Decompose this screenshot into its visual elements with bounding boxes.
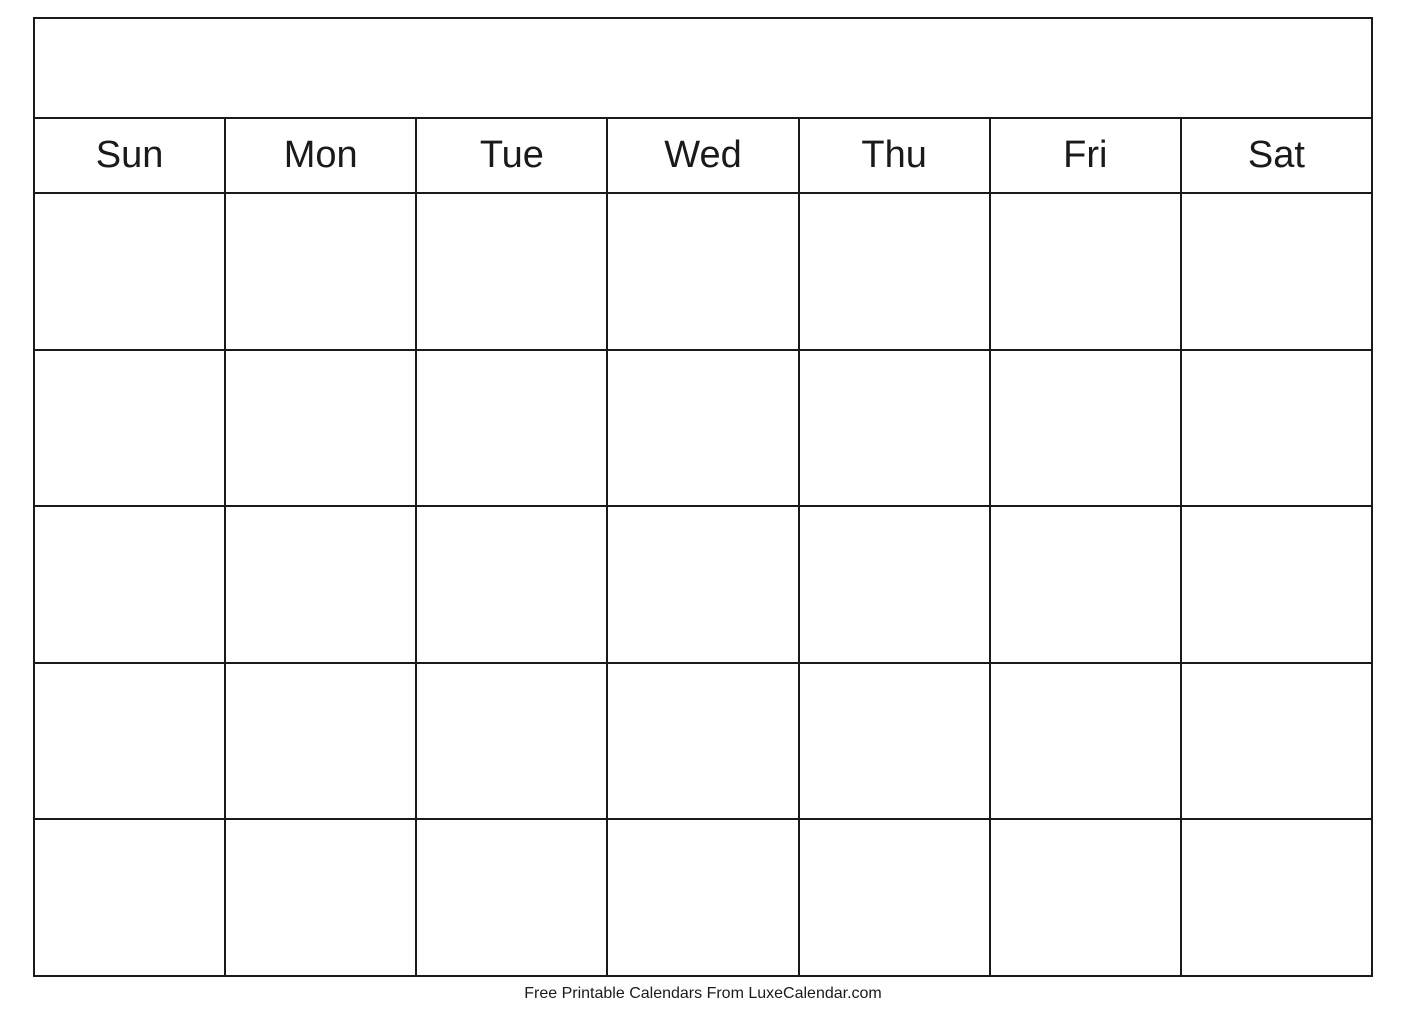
week3-mon [226, 507, 417, 662]
header-thu: Thu [800, 119, 991, 192]
week4-tue [417, 664, 608, 819]
week2-sun [35, 351, 226, 506]
week4-sun [35, 664, 226, 819]
week5-sun [35, 820, 226, 975]
week2-tue [417, 351, 608, 506]
week3-fri [991, 507, 1182, 662]
week2-fri [991, 351, 1182, 506]
week2-sat [1182, 351, 1371, 506]
week1-wed [608, 194, 799, 349]
header-fri: Fri [991, 119, 1182, 192]
week1-tue [417, 194, 608, 349]
calendar-week-5 [35, 820, 1371, 975]
week5-sat [1182, 820, 1371, 975]
week5-wed [608, 820, 799, 975]
week3-sun [35, 507, 226, 662]
week1-sun [35, 194, 226, 349]
header-mon: Mon [226, 119, 417, 192]
calendar-week-2 [35, 351, 1371, 508]
header-sat: Sat [1182, 119, 1371, 192]
week1-thu [800, 194, 991, 349]
week3-thu [800, 507, 991, 662]
calendar-week-4 [35, 664, 1371, 821]
week2-mon [226, 351, 417, 506]
week5-mon [226, 820, 417, 975]
week1-mon [226, 194, 417, 349]
calendar-title-row [35, 19, 1371, 119]
week4-wed [608, 664, 799, 819]
week3-sat [1182, 507, 1371, 662]
week4-sat [1182, 664, 1371, 819]
week4-thu [800, 664, 991, 819]
header-sun: Sun [35, 119, 226, 192]
week2-wed [608, 351, 799, 506]
week1-sat [1182, 194, 1371, 349]
week1-fri [991, 194, 1182, 349]
week4-mon [226, 664, 417, 819]
week5-tue [417, 820, 608, 975]
week5-fri [991, 820, 1182, 975]
calendar-body [35, 194, 1371, 975]
calendar-header-row: Sun Mon Tue Wed Thu Fri Sat [35, 119, 1371, 194]
week5-thu [800, 820, 991, 975]
footer-text: Free Printable Calendars From LuxeCalend… [524, 985, 882, 1003]
calendar-week-1 [35, 194, 1371, 351]
week2-thu [800, 351, 991, 506]
week3-wed [608, 507, 799, 662]
header-wed: Wed [608, 119, 799, 192]
week4-fri [991, 664, 1182, 819]
calendar: Sun Mon Tue Wed Thu Fri Sat [33, 17, 1373, 977]
header-tue: Tue [417, 119, 608, 192]
calendar-week-3 [35, 507, 1371, 664]
week3-tue [417, 507, 608, 662]
